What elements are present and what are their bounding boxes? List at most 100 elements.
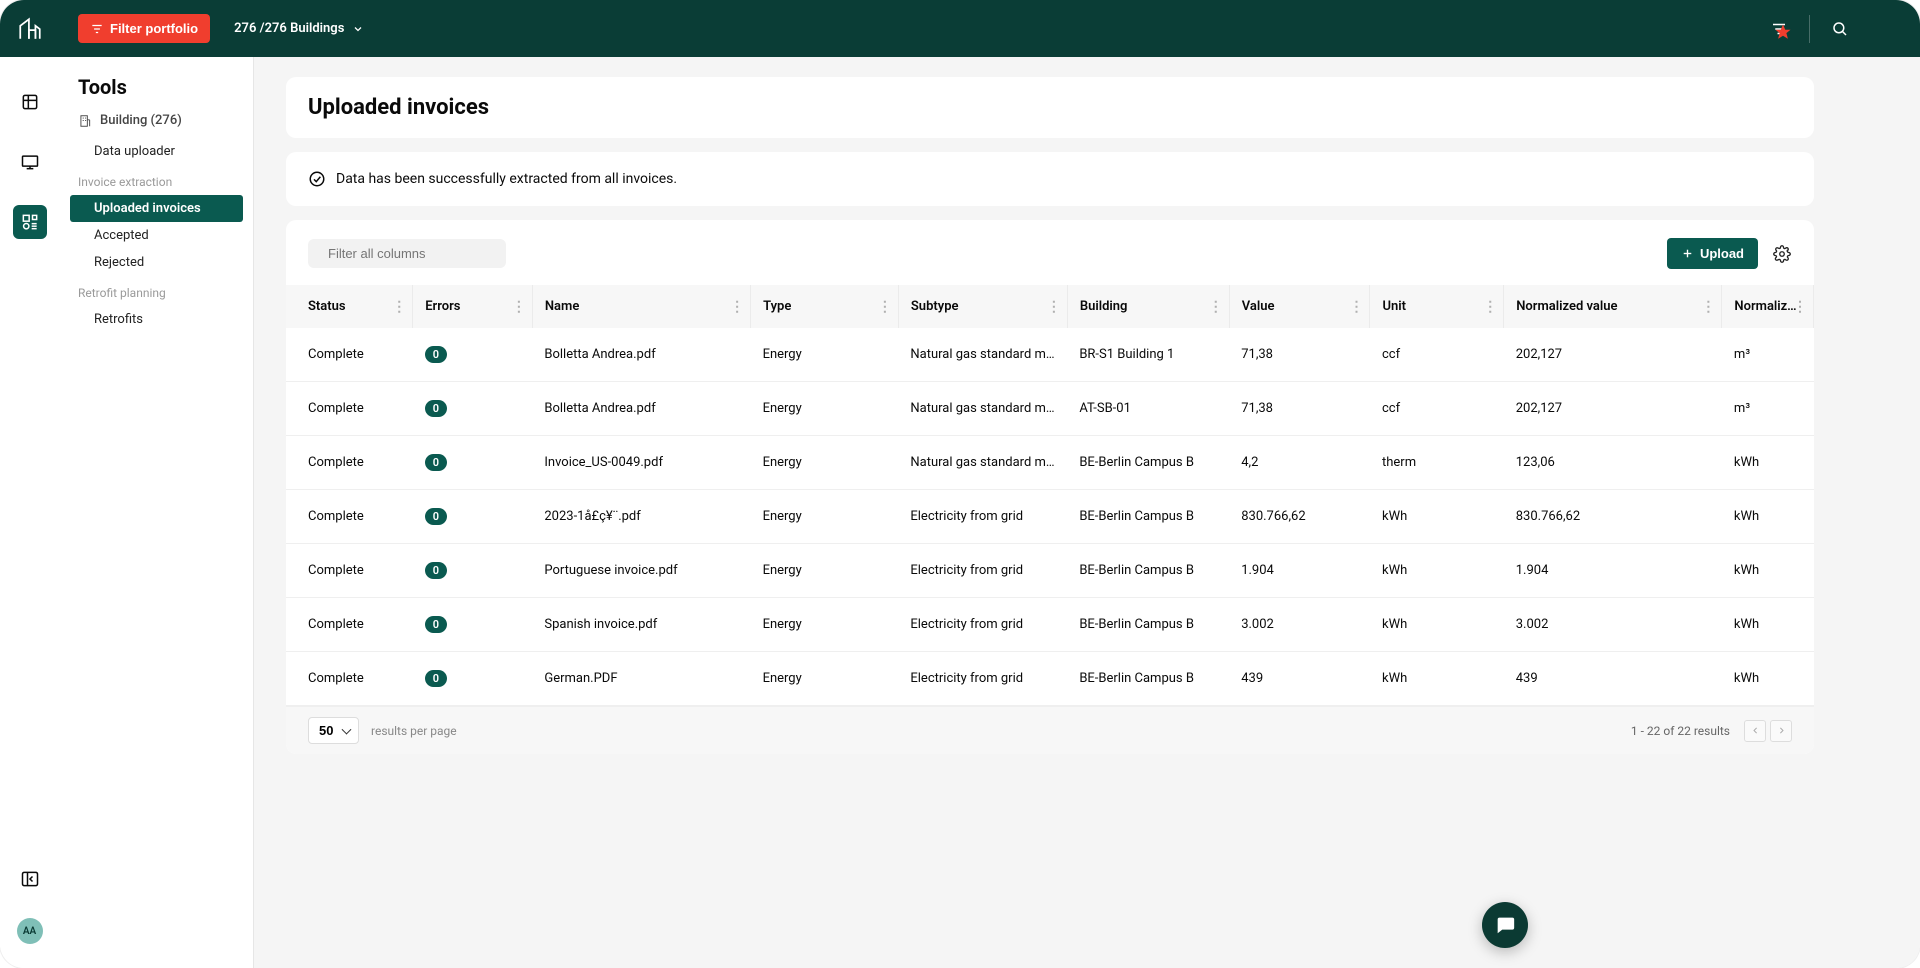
table-cell: ccf <box>1370 328 1504 382</box>
column-header[interactable]: Subtype⋮ <box>898 285 1067 328</box>
filter-input-wrap[interactable] <box>308 239 506 268</box>
column-menu-icon[interactable]: ⋮ <box>392 300 406 314</box>
table-cell: Electricity from grid <box>898 598 1067 652</box>
topbar: Filter portfolio 276 /276 Buildings <box>0 0 1920 57</box>
error-count-pill: 0 <box>425 562 447 579</box>
sidebar-group-building-label: Building (276) <box>100 113 182 128</box>
table-cell: Natural gas standard mix <box>898 328 1067 382</box>
column-header[interactable]: Type ⋮ <box>751 285 899 328</box>
results-count: 1 - 22 of 22 results <box>1631 724 1730 738</box>
prev-page-button[interactable] <box>1744 720 1766 742</box>
table-row[interactable]: Complete0Bolletta Andrea.pdfEnergyNatura… <box>286 382 1814 436</box>
table-cell: Energy <box>751 382 899 436</box>
nav-tools-icon[interactable] <box>13 205 47 239</box>
column-header[interactable]: Name⋮ <box>532 285 750 328</box>
saved-filters-icon[interactable] <box>1759 9 1799 49</box>
error-count-pill: 0 <box>425 508 447 525</box>
collapse-sidebar-icon[interactable] <box>13 862 47 896</box>
portfolio-scope-dropdown[interactable]: 276 /276 Buildings <box>234 21 364 36</box>
next-page-button[interactable] <box>1770 720 1792 742</box>
table-cell: kWh <box>1722 436 1814 490</box>
table-cell: Invoice_US-0049.pdf <box>532 436 750 490</box>
search-icon[interactable] <box>1820 9 1860 49</box>
filter-portfolio-label: Filter portfolio <box>110 21 198 36</box>
column-menu-icon[interactable]: ⋮ <box>1209 300 1223 314</box>
table-row[interactable]: Complete0Spanish invoice.pdfEnergyElectr… <box>286 598 1814 652</box>
table-row[interactable]: Complete0Portuguese invoice.pdfEnergyEle… <box>286 544 1814 598</box>
sidebar-item-data-uploader[interactable]: Data uploader <box>78 138 243 165</box>
column-header[interactable]: Building⋮ <box>1067 285 1229 328</box>
column-header[interactable]: Errors ⋮ <box>413 285 533 328</box>
error-count-pill: 0 <box>425 616 447 633</box>
table-cell: kWh <box>1722 652 1814 706</box>
table-cell: 0 <box>413 436 533 490</box>
column-header[interactable]: Value⋮ <box>1229 285 1370 328</box>
table-cell: BE-Berlin Campus B <box>1067 544 1229 598</box>
topbar-right <box>1759 9 1860 49</box>
table-cell: Energy <box>751 652 899 706</box>
column-menu-icon[interactable]: ⋮ <box>512 300 526 314</box>
table-row[interactable]: Complete0Bolletta Andrea.pdfEnergyNatura… <box>286 328 1814 382</box>
rows-per-page-select[interactable]: 50 <box>308 717 359 744</box>
column-menu-icon[interactable]: ⋮ <box>1701 300 1715 314</box>
column-menu-icon[interactable]: ⋮ <box>1483 300 1497 314</box>
table-cell: Energy <box>751 598 899 652</box>
sidebar-item-uploaded-invoices[interactable]: Uploaded invoices <box>70 195 243 222</box>
table-cell: BR-S1 Building 1 <box>1067 328 1229 382</box>
table-cell: Energy <box>751 544 899 598</box>
table-cell: kWh <box>1722 544 1814 598</box>
filter-input[interactable] <box>328 246 504 261</box>
table-cell: 1.904 <box>1229 544 1370 598</box>
table-row[interactable]: Complete0Invoice_US-0049.pdfEnergyNatura… <box>286 436 1814 490</box>
column-header-label: Type <box>763 299 791 314</box>
avatar[interactable]: AA <box>17 918 43 944</box>
column-header-label: Errors <box>425 299 460 314</box>
chat-launcher-icon[interactable] <box>1482 902 1528 948</box>
nav-data-icon[interactable] <box>13 85 47 119</box>
table-cell: Complete <box>286 652 413 706</box>
error-count-pill: 0 <box>425 454 447 471</box>
column-menu-icon[interactable]: ⋮ <box>1349 300 1363 314</box>
column-menu-icon[interactable]: ⋮ <box>878 300 892 314</box>
table-settings-icon[interactable] <box>1772 244 1792 264</box>
sidebar-item-accepted[interactable]: Accepted <box>78 222 243 249</box>
page-header-panel: Uploaded invoices <box>286 77 1814 138</box>
table-cell: BE-Berlin Campus B <box>1067 436 1229 490</box>
table-cell: Portuguese invoice.pdf <box>532 544 750 598</box>
filter-portfolio-button[interactable]: Filter portfolio <box>78 14 210 43</box>
sidebar-group-building[interactable]: Building (276) <box>78 113 243 128</box>
extraction-message: Data has been successfully extracted fro… <box>336 171 677 187</box>
table-cell: ccf <box>1370 382 1504 436</box>
column-header[interactable]: Normalized unit⋮ <box>1722 285 1814 328</box>
column-menu-icon[interactable]: ⋮ <box>1793 300 1807 314</box>
column-header[interactable]: Status⋮ <box>286 285 413 328</box>
table-cell: BE-Berlin Campus B <box>1067 490 1229 544</box>
sidebar-item-retrofits[interactable]: Retrofits <box>78 306 243 333</box>
error-count-pill: 0 <box>425 670 447 687</box>
table-cell: 830.766,62 <box>1229 490 1370 544</box>
table-cell: 0 <box>413 544 533 598</box>
nav-dashboard-icon[interactable] <box>13 145 47 179</box>
column-header[interactable]: Unit⋮ <box>1370 285 1504 328</box>
column-menu-icon[interactable]: ⋮ <box>1047 300 1061 314</box>
table-cell: kWh <box>1370 490 1504 544</box>
table-row[interactable]: Complete02023-1å­£ç¥¨.pdfEnergyElectrici… <box>286 490 1814 544</box>
table-row[interactable]: Complete0German.PDFEnergyElectricity fro… <box>286 652 1814 706</box>
table-cell: BE-Berlin Campus B <box>1067 598 1229 652</box>
sidebar-item-rejected[interactable]: Rejected <box>78 249 243 276</box>
table-cell: m³ <box>1722 328 1814 382</box>
table-cell: Complete <box>286 436 413 490</box>
divider <box>1809 15 1810 43</box>
logo[interactable] <box>0 0 60 57</box>
table-cell: Bolletta Andrea.pdf <box>532 382 750 436</box>
extraction-status-panel: Data has been successfully extracted fro… <box>286 152 1814 206</box>
column-header[interactable]: Normalized value⋮ <box>1504 285 1722 328</box>
table-cell: BE-Berlin Campus B <box>1067 652 1229 706</box>
table-cell: 0 <box>413 652 533 706</box>
sidebar-label-retrofit-planning: Retrofit planning <box>78 276 243 306</box>
upload-button[interactable]: Upload <box>1667 238 1758 269</box>
table-cell: Complete <box>286 382 413 436</box>
table-panel: Upload Status⋮Errors⋮Name⋮Type⋮Subtype⋮B… <box>286 220 1814 754</box>
table-cell: Natural gas standard mix <box>898 436 1067 490</box>
column-menu-icon[interactable]: ⋮ <box>730 300 744 314</box>
